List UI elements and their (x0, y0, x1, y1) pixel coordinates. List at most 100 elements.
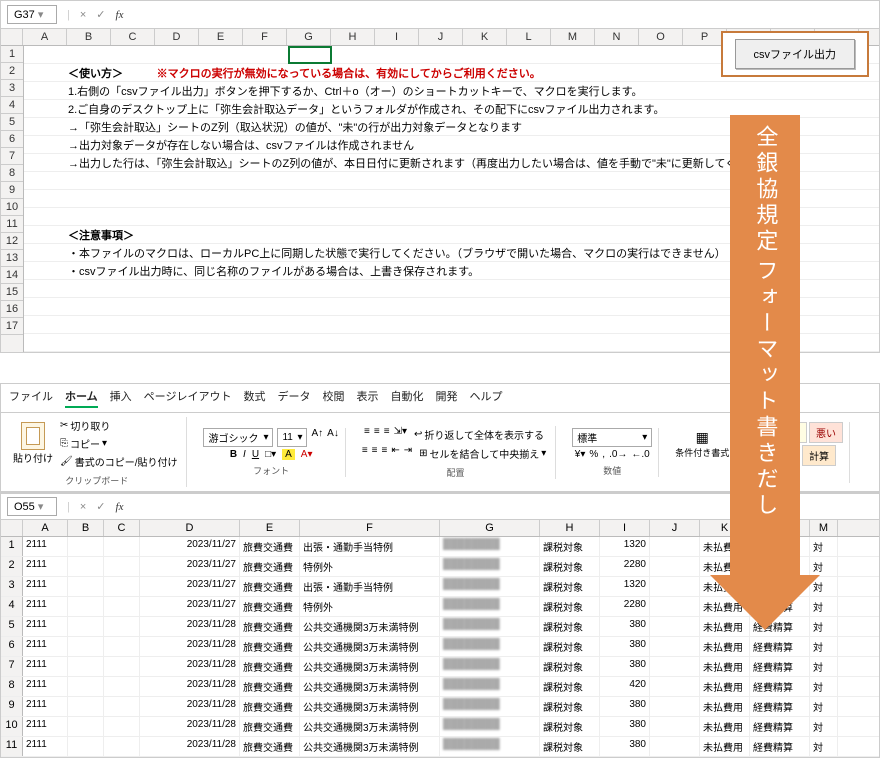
increase-font-icon[interactable]: A↑ (311, 428, 323, 447)
cell[interactable]: 特例外 (300, 557, 440, 576)
cell[interactable] (650, 557, 700, 576)
row-header-2-10[interactable]: 10 (1, 717, 23, 736)
table-row[interactable]: 821112023/11/28旅費交通費公共交通機関3万未満特例████████… (1, 677, 879, 697)
column-header-B[interactable]: B (67, 29, 111, 45)
row-header-4[interactable]: 4 (1, 97, 23, 114)
cell[interactable] (104, 617, 140, 636)
column-header-H[interactable]: H (331, 29, 375, 45)
column-header-A[interactable]: A (23, 29, 67, 45)
name-box[interactable]: G37 ▾ (7, 5, 57, 24)
cell[interactable]: 1320 (600, 577, 650, 596)
row-header-2-1[interactable]: 1 (1, 537, 23, 556)
underline-button[interactable]: U (252, 449, 259, 460)
cell[interactable]: 課税対象 (540, 737, 600, 756)
indent-decrease-icon[interactable]: ⇤ (391, 445, 399, 462)
wrap-text-button[interactable]: ↩ 折り返して全体を表示する (411, 426, 547, 443)
row-header-12[interactable]: 12 (1, 233, 23, 250)
cell[interactable]: 経費精算 (750, 657, 810, 676)
cell[interactable]: 対 (810, 737, 838, 756)
cell[interactable]: 2023/11/28 (140, 637, 240, 656)
cell[interactable]: 課税対象 (540, 637, 600, 656)
row-header-3[interactable]: 3 (1, 80, 23, 97)
cell[interactable]: ████████ (440, 717, 540, 736)
ribbon-tab-データ[interactable]: データ (277, 388, 310, 408)
row-header-2-3[interactable]: 3 (1, 577, 23, 596)
cell[interactable]: 380 (600, 737, 650, 756)
align-middle-icon[interactable]: ≡ (374, 426, 380, 443)
row-header-13[interactable]: 13 (1, 250, 23, 267)
ribbon-tab-ページレイアウト[interactable]: ページレイアウト (144, 388, 232, 408)
name-box-2[interactable]: O55 ▾ (7, 497, 57, 516)
csv-export-button[interactable]: csvファイル出力 (735, 39, 856, 69)
cell[interactable]: 未払費用 (700, 657, 750, 676)
conditional-format-button[interactable]: ▦条件付き書式 (675, 429, 729, 459)
ribbon-tab-ファイル[interactable]: ファイル (9, 388, 53, 408)
cell[interactable]: 経費精算 (750, 737, 810, 756)
cell[interactable] (104, 637, 140, 656)
row-header-2-8[interactable]: 8 (1, 677, 23, 696)
cell[interactable]: 2023/11/28 (140, 697, 240, 716)
column-header-O[interactable]: O (639, 29, 683, 45)
font-name-select[interactable]: 游ゴシック▾ (203, 428, 273, 447)
cell[interactable]: 対 (810, 537, 838, 556)
cell[interactable]: 2111 (23, 597, 68, 616)
cell[interactable]: 2023/11/27 (140, 577, 240, 596)
cell[interactable]: 経費精算 (750, 717, 810, 736)
cell[interactable] (68, 717, 104, 736)
cell[interactable]: 2111 (23, 717, 68, 736)
table-row[interactable]: 621112023/11/28旅費交通費公共交通機関3万未満特例████████… (1, 637, 879, 657)
cell[interactable]: 出張・通勤手当特例 (300, 577, 440, 596)
column-header-C[interactable]: C (111, 29, 155, 45)
column-header-E[interactable]: E (199, 29, 243, 45)
cell[interactable]: 公共交通機関3万未満特例 (300, 677, 440, 696)
row-header-2-6[interactable]: 6 (1, 637, 23, 656)
align-left-icon[interactable]: ≡ (362, 445, 368, 462)
cell[interactable] (650, 537, 700, 556)
cell[interactable]: 2111 (23, 737, 68, 756)
column-header-M[interactable]: M (551, 29, 595, 45)
row-header-2-11[interactable]: 11 (1, 737, 23, 756)
align-top-icon[interactable]: ≡ (364, 426, 370, 443)
style-chip-calc[interactable]: 計算 (802, 445, 836, 466)
row-header-14[interactable]: 14 (1, 267, 23, 284)
cell[interactable]: 旅費交通費 (240, 597, 300, 616)
cell[interactable]: 公共交通機関3万未満特例 (300, 697, 440, 716)
cell[interactable]: 経費精算 (750, 637, 810, 656)
cell[interactable]: ████████ (440, 557, 540, 576)
cell[interactable] (68, 637, 104, 656)
cell[interactable] (650, 657, 700, 676)
column-header-2-J[interactable]: J (650, 520, 700, 536)
column-header-2-H[interactable]: H (540, 520, 600, 536)
cut-button[interactable]: ✂ 切り取り (57, 417, 180, 434)
cell[interactable]: ████████ (440, 737, 540, 756)
cell[interactable] (68, 677, 104, 696)
cell[interactable]: ████████ (440, 577, 540, 596)
cell[interactable]: 課税対象 (540, 577, 600, 596)
row-header-2-5[interactable]: 5 (1, 617, 23, 636)
cell[interactable]: 未払費用 (700, 737, 750, 756)
row-header-11[interactable]: 11 (1, 216, 23, 233)
comma-icon[interactable]: , (602, 449, 605, 460)
cell[interactable]: 未払費用 (700, 717, 750, 736)
cell[interactable]: 公共交通機関3万未満特例 (300, 737, 440, 756)
cell[interactable]: 旅費交通費 (240, 577, 300, 596)
cell[interactable] (104, 557, 140, 576)
ribbon-tab-挿入[interactable]: 挿入 (110, 388, 132, 408)
cell[interactable]: 2111 (23, 537, 68, 556)
orientation-icon[interactable]: ⇲▾ (394, 426, 407, 443)
column-header-G[interactable]: G (287, 29, 331, 45)
cell[interactable]: 380 (600, 657, 650, 676)
cell[interactable]: 対 (810, 677, 838, 696)
style-chip-bad[interactable]: 悪い (809, 422, 843, 443)
column-header-2-I[interactable]: I (600, 520, 650, 536)
cell[interactable] (650, 637, 700, 656)
border-button[interactable]: □▾ (265, 449, 276, 460)
cell[interactable] (68, 577, 104, 596)
cell[interactable]: 経費精算 (750, 697, 810, 716)
column-header-2-A[interactable]: A (23, 520, 68, 536)
table-row[interactable]: 1021112023/11/28旅費交通費公共交通機関3万未満特例███████… (1, 717, 879, 737)
ribbon-tab-校閲[interactable]: 校閲 (322, 388, 344, 408)
cell[interactable]: 公共交通機関3万未満特例 (300, 717, 440, 736)
ribbon-tab-数式[interactable]: 数式 (243, 388, 265, 408)
column-header-2-D[interactable]: D (140, 520, 240, 536)
